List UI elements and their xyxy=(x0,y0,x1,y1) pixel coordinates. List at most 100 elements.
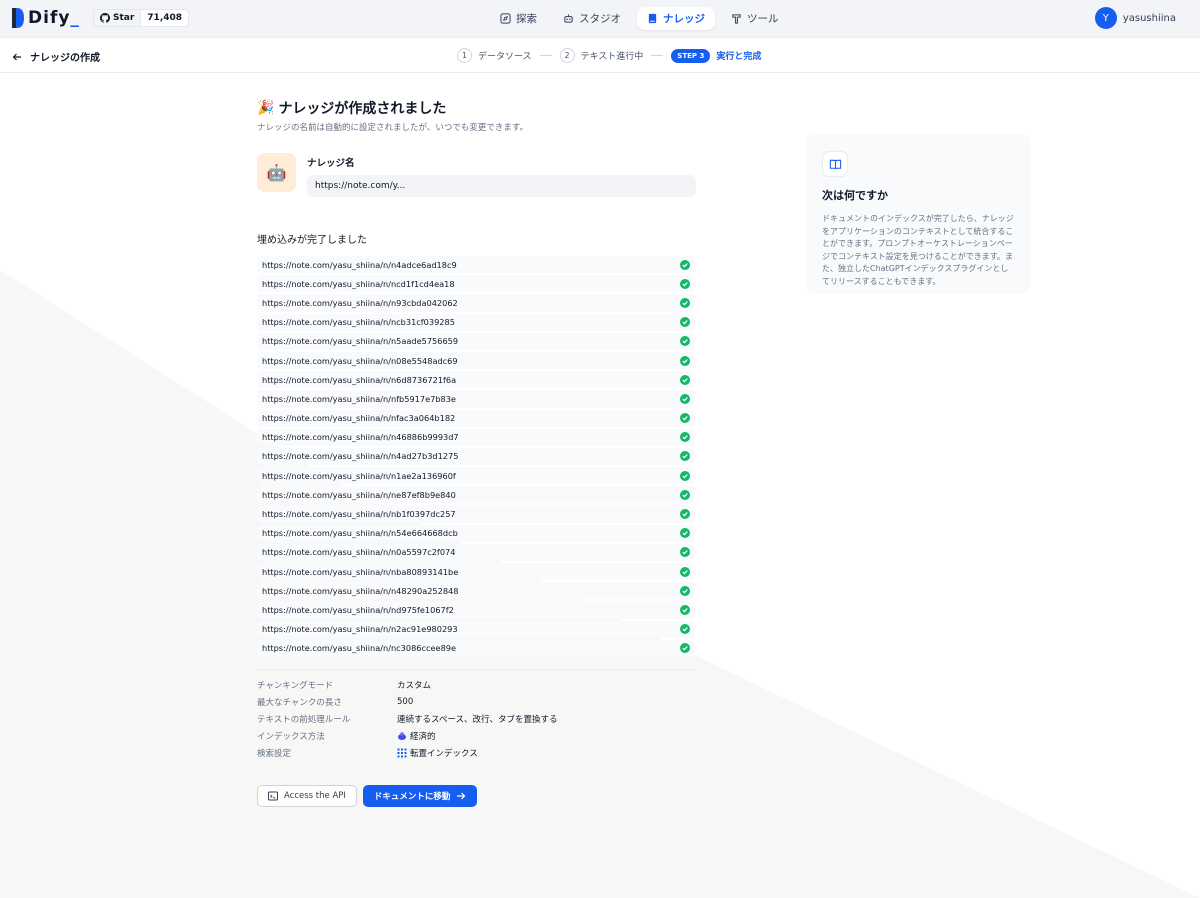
knowledge-icon[interactable]: 🤖 xyxy=(257,153,296,192)
search-settings-value: 転置インデックス xyxy=(397,747,697,759)
knowledge-name-field-group: ナレッジ名 https://note.com/y... xyxy=(307,153,697,197)
check-circle-icon xyxy=(680,278,690,289)
nav-explore[interactable]: 探索 xyxy=(490,7,547,30)
access-api-button[interactable]: Access the API xyxy=(257,784,357,807)
dify-logo[interactable]: Dify_ xyxy=(12,8,80,28)
nav-tools[interactable]: ツール xyxy=(721,7,789,30)
settings-summary: チャンキングモード カスタム 最大なチャンクの長さ 500 テキストの前処理ルー… xyxy=(257,679,697,759)
check-circle-icon xyxy=(680,393,690,404)
book-icon xyxy=(648,13,657,24)
divider xyxy=(257,668,695,670)
party-icon: 🎉 xyxy=(257,100,275,116)
search-settings-value-text: 転置インデックス xyxy=(410,748,478,759)
document-url: https://note.com/yasu_shiina/n/ncb31cf03… xyxy=(262,317,455,328)
document-row: https://note.com/yasu_shiina/n/n1ae2a136… xyxy=(257,467,695,485)
document-url: https://note.com/yasu_shiina/n/n2ac91e98… xyxy=(262,624,458,635)
document-list: https://note.com/yasu_shiina/n/n4adce6ad… xyxy=(257,256,697,657)
step-1-label: データソース xyxy=(478,52,532,62)
index-method-value-text: 経済的 xyxy=(410,731,436,742)
terminal-icon xyxy=(268,791,278,801)
economy-icon xyxy=(398,732,406,740)
nav-tools-label: ツール xyxy=(747,13,779,25)
document-row: https://note.com/yasu_shiina/n/nc3086cce… xyxy=(257,639,695,657)
check-circle-icon xyxy=(680,432,690,443)
main-nav: 探索 スタジオ ナレッジ ツール xyxy=(490,7,789,30)
page-title: ナレッジの作成 xyxy=(30,53,100,64)
index-method-label: インデックス方法 xyxy=(257,731,325,742)
chunk-mode-value-text: カスタム xyxy=(397,680,432,691)
next-steps-description: ドキュメントのインデックスが完了したら、ナレッジをアプリケーションのコンテキスト… xyxy=(822,214,1014,286)
check-circle-icon xyxy=(680,374,690,385)
document-url: https://note.com/yasu_shiina/n/nd975fe10… xyxy=(262,604,454,615)
document-row: https://note.com/yasu_shiina/n/ncb31cf03… xyxy=(257,313,695,331)
document-row: https://note.com/yasu_shiina/n/nba808931… xyxy=(257,563,695,581)
step-3-pill: STEP 3 xyxy=(671,48,711,63)
document-url: https://note.com/yasu_shiina/n/n4adce6ad… xyxy=(262,259,457,270)
document-url: https://note.com/yasu_shiina/n/n54e66466… xyxy=(262,528,458,539)
robot-icon: 🤖 xyxy=(266,163,287,182)
document-row: https://note.com/yasu_shiina/n/n2ac91e98… xyxy=(257,620,695,638)
nav-studio[interactable]: スタジオ xyxy=(553,7,631,30)
chunk-mode-label: チャンキングモード xyxy=(257,680,334,691)
step-bar: ナレッジの作成 1 データソース 2 テキスト進行中 STEP 3 実行と完成 xyxy=(0,38,1200,73)
check-circle-icon xyxy=(680,624,690,635)
check-circle-icon xyxy=(680,355,690,366)
nav-explore-label: 探索 xyxy=(516,13,537,25)
github-icon xyxy=(100,13,110,23)
document-row: https://note.com/yasu_shiina/n/n0a5597c2… xyxy=(257,543,695,561)
document-row: https://note.com/yasu_shiina/n/n4ad27b3d… xyxy=(257,447,695,466)
knowledge-name-input[interactable]: https://note.com/y... xyxy=(307,175,696,197)
document-row: https://note.com/yasu_shiina/n/n46886b99… xyxy=(257,428,695,446)
robot-icon xyxy=(564,14,573,23)
document-url: https://note.com/yasu_shiina/n/nb1f0397d… xyxy=(262,509,456,520)
hammer-icon xyxy=(732,14,741,24)
knowledge-name-label: ナレッジ名 xyxy=(307,158,355,169)
chunk-mode-value: カスタム xyxy=(397,679,697,691)
document-url: https://note.com/yasu_shiina/n/nfb5917e7… xyxy=(262,393,456,404)
arrow-right-icon xyxy=(457,792,466,800)
check-circle-icon xyxy=(680,451,690,462)
check-circle-icon xyxy=(680,413,690,424)
check-circle-icon xyxy=(680,259,690,270)
step-separator xyxy=(539,55,552,56)
check-circle-icon xyxy=(680,528,690,539)
next-steps-title: 次は何ですか xyxy=(822,189,888,202)
check-circle-icon xyxy=(680,336,690,347)
document-url: https://note.com/yasu_shiina/n/n48290a25… xyxy=(262,585,459,596)
document-url: https://note.com/yasu_shiina/n/n08e5548a… xyxy=(262,355,458,366)
document-url: https://note.com/yasu_shiina/n/n46886b99… xyxy=(262,432,459,443)
check-circle-icon xyxy=(680,470,690,481)
access-api-label: Access the API xyxy=(284,790,346,801)
step-3-label: 実行と完成 xyxy=(716,52,762,62)
nav-knowledge[interactable]: ナレッジ xyxy=(637,7,715,30)
document-row: https://note.com/yasu_shiina/n/nb1f0397d… xyxy=(257,505,695,523)
top-navigation: Dify_ Star 71,408 探索 スタジオ ナレッジ ツール Y yas… xyxy=(0,0,1200,38)
github-star-badge[interactable]: Star 71,408 xyxy=(93,9,190,27)
next-steps-card: 次は何ですか ドキュメントのインデックスが完了したら、ナレッジをアプリケーション… xyxy=(806,134,1031,294)
max-chunk-length-value-text: 500 xyxy=(397,696,414,707)
nav-studio-label: スタジオ xyxy=(579,13,621,25)
document-row: https://note.com/yasu_shiina/n/ncd1f1cd4… xyxy=(257,275,695,293)
check-circle-icon xyxy=(680,489,690,500)
max-chunk-length-label: 最大なチャンクの長さ xyxy=(257,697,342,708)
document-url: https://note.com/yasu_shiina/n/n5aade575… xyxy=(262,336,459,347)
check-circle-icon xyxy=(680,585,690,596)
document-row: https://note.com/yasu_shiina/n/nd975fe10… xyxy=(257,601,695,619)
document-url: https://note.com/yasu_shiina/n/n1ae2a136… xyxy=(262,470,456,481)
embedding-complete-title: 埋め込みが完了しました xyxy=(257,235,367,246)
go-to-documents-button[interactable]: ドキュメントに移動 xyxy=(362,784,478,807)
step-indicator: 1 データソース 2 テキスト進行中 STEP 3 実行と完成 xyxy=(457,48,761,63)
github-star-button[interactable]: Star xyxy=(94,10,141,26)
github-star-label: Star xyxy=(113,13,135,23)
back-button[interactable]: ナレッジの作成 xyxy=(12,49,100,64)
document-url: https://note.com/yasu_shiina/n/ne87ef8b9… xyxy=(262,489,456,500)
step-2-label: テキスト進行中 xyxy=(580,52,644,62)
check-circle-icon xyxy=(680,643,690,654)
check-circle-icon xyxy=(680,566,690,577)
github-star-count: 71,408 xyxy=(140,10,188,26)
success-subtitle: ナレッジの名前は自動的に設定されましたが、いつでも変更できます。 xyxy=(257,123,528,133)
document-url: https://note.com/yasu_shiina/n/ncd1f1cd4… xyxy=(262,278,455,289)
logo-text: Dify_ xyxy=(28,8,80,28)
user-menu[interactable]: Y yasushiina xyxy=(1094,7,1176,29)
document-row: https://note.com/yasu_shiina/n/n54e66466… xyxy=(257,524,695,542)
